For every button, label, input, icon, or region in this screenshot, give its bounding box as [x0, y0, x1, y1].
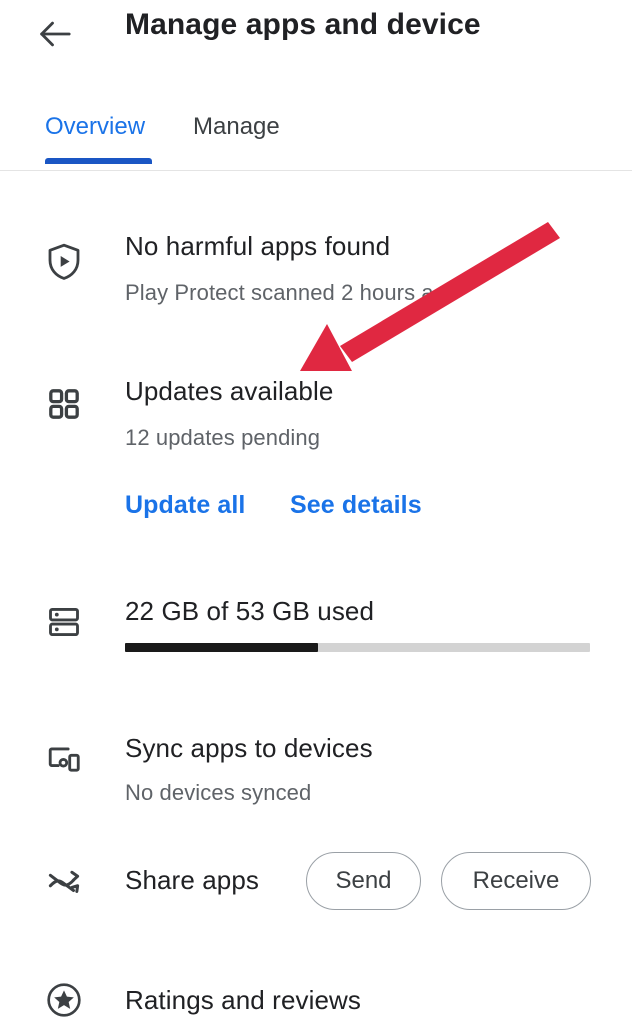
send-button[interactable]: Send [306, 852, 421, 910]
play-protect-title: No harmful apps found [125, 231, 391, 261]
play-store-manage-apps-screen: Manage apps and device Overview Manage N… [0, 0, 632, 1024]
see-details-link[interactable]: See details [290, 491, 422, 520]
ratings-title: Ratings and reviews [125, 985, 362, 1015]
storage-icon [40, 598, 88, 646]
shield-play-icon [40, 238, 88, 286]
storage-title: 22 GB of 53 GB used [125, 596, 375, 626]
tab-manage[interactable]: Manage [193, 96, 280, 158]
back-button[interactable] [22, 4, 88, 64]
storage-progress-bar [125, 643, 590, 652]
star-circle-icon [40, 976, 88, 1024]
updates-title: Updates available [125, 376, 334, 406]
tab-active-indicator [45, 158, 152, 164]
page-title: Manage apps and device [125, 8, 481, 41]
update-all-link[interactable]: Update all [125, 491, 245, 520]
storage-progress-fill [125, 643, 318, 652]
tab-bar-divider [0, 170, 632, 171]
share-shuffle-icon [40, 857, 88, 905]
share-apps-title: Share apps [125, 865, 259, 895]
arrow-left-icon [35, 14, 75, 54]
tab-bar: Overview Manage [0, 96, 632, 172]
play-protect-subtitle: Play Protect scanned 2 hours ago [125, 280, 459, 305]
sync-subtitle: No devices synced [125, 780, 312, 805]
devices-sync-icon [40, 737, 88, 785]
app-bar: Manage apps and device [0, 0, 632, 88]
receive-button[interactable]: Receive [441, 852, 591, 910]
updates-subtitle: 12 updates pending [125, 425, 321, 450]
sync-title: Sync apps to devices [125, 733, 373, 763]
grid-apps-icon [40, 380, 88, 428]
tab-overview[interactable]: Overview [45, 96, 145, 158]
